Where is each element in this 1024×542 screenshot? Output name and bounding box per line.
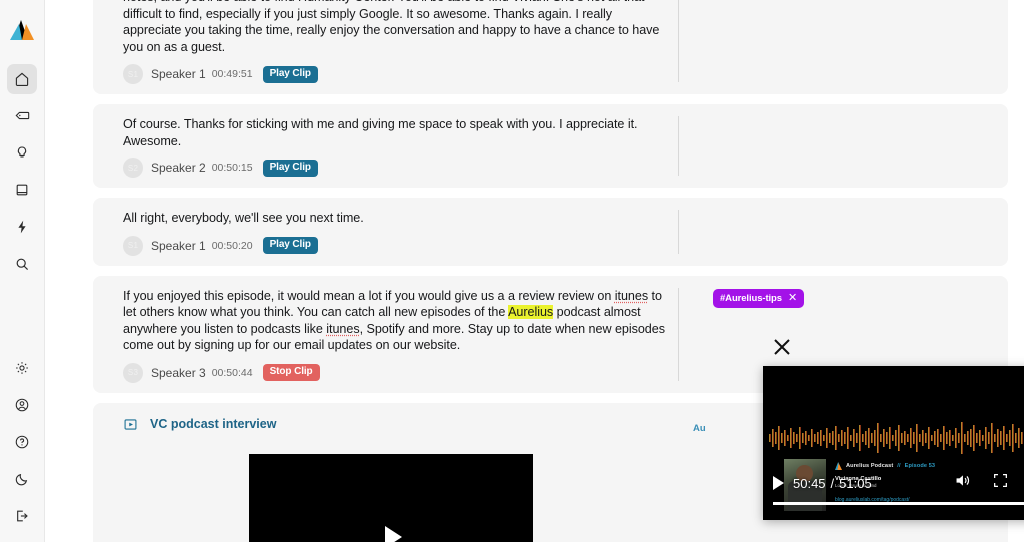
search-icon: [14, 256, 30, 272]
user-circle-icon: [14, 397, 30, 413]
aurelius-logo[interactable]: [6, 14, 38, 46]
tag-chip-aurelius-tips[interactable]: #Aurelius-tips ✕: [713, 288, 805, 308]
card-divider: [678, 116, 679, 176]
sidebar-item-activity[interactable]: [7, 212, 37, 242]
sidebar-item-settings[interactable]: [7, 353, 37, 383]
avatar: S1: [123, 235, 143, 256]
tag-column: #Aurelius-tips ✕: [713, 288, 805, 308]
speaker-name: Speaker 1: [151, 67, 206, 81]
overlay-separator: //: [897, 463, 901, 469]
sidebar-item-home[interactable]: [7, 63, 37, 94]
sidebar-top-nav: [7, 60, 37, 282]
card-divider: [678, 287, 679, 381]
player-right-controls: [954, 472, 1024, 494]
logout-icon: [14, 508, 30, 524]
utterance-meta: S1 Speaker 1 00:50:20 Play Clip: [123, 235, 994, 256]
speaker-name: Speaker 3: [151, 365, 206, 380]
overlay-episode: Episode 53: [904, 463, 936, 469]
stop-clip-button[interactable]: Stop Clip: [262, 364, 320, 381]
book-icon: [14, 182, 30, 198]
utterance-text: Awesome. And we'll make sure we have lin…: [123, 0, 660, 54]
player-current-time: 50:45: [793, 475, 826, 491]
sidebar: [0, 0, 45, 542]
sidebar-item-library[interactable]: [7, 175, 37, 205]
media-card-title: VC podcast interview: [150, 417, 277, 431]
player-progress-fill: [773, 502, 1024, 505]
utterance-text: If you enjoyed this episode, it would me…: [123, 288, 668, 354]
volume-icon[interactable]: [954, 472, 971, 494]
sidebar-item-account[interactable]: [7, 390, 37, 420]
spellcheck-word: itunes: [326, 321, 360, 336]
utterance-text: All right, everybody, we'll see you next…: [123, 211, 364, 225]
player-time-separator: /: [830, 475, 835, 491]
transcript-entry[interactable]: All right, everybody, we'll see you next…: [93, 198, 1008, 266]
aurelius-logo-icon: [835, 462, 842, 470]
play-clip-button[interactable]: Play Clip: [262, 237, 318, 254]
speaker-name: Speaker 1: [151, 238, 206, 253]
overlay-brand-row: Aurelius Podcast // Episode 53: [835, 462, 935, 470]
player-controls: 50:45 / 51:05: [763, 470, 1024, 496]
player-total-time: 51:05: [839, 475, 872, 491]
timestamp: 00:50:44: [211, 366, 253, 379]
player-play-button[interactable]: [773, 476, 784, 490]
sidebar-item-dark-mode[interactable]: [7, 464, 37, 494]
utterance-text: Of course. Thanks for sticking with me a…: [123, 117, 638, 148]
utterance-part: If you enjoyed this episode, it would me…: [123, 288, 615, 303]
moon-icon: [14, 471, 30, 487]
sidebar-item-tags[interactable]: [7, 101, 37, 131]
home-icon: [14, 71, 30, 87]
highlighted-text[interactable]: Aurelius: [508, 305, 553, 319]
utterance-meta: S2 Speaker 2 00:50:15 Play Clip: [123, 158, 994, 178]
timestamp: 00:50:20: [211, 239, 253, 252]
transcript-entry[interactable]: Awesome. And we'll make sure we have lin…: [93, 0, 1008, 94]
timestamp: 00:50:15: [211, 162, 253, 174]
avatar: S2: [123, 158, 143, 178]
sidebar-item-help[interactable]: [7, 427, 37, 457]
card-divider: [678, 0, 679, 82]
avatar: S3: [123, 362, 143, 383]
sidebar-bottom-nav: [7, 349, 37, 542]
overlay-brand: Aurelius Podcast: [846, 463, 894, 469]
app-root: Awesome. And we'll make sure we have lin…: [0, 0, 1024, 542]
player-progress-bar[interactable]: [773, 502, 1024, 505]
tag-icon: [14, 107, 31, 124]
sidebar-item-insights[interactable]: [7, 138, 37, 168]
transcript-entry[interactable]: Of course. Thanks for sticking with me a…: [93, 104, 1008, 188]
floating-video-player[interactable]: Aurelius Podcast // Episode 53 Vivianna …: [763, 366, 1024, 520]
avatar: S1: [123, 64, 143, 84]
tag-label: #Aurelius-tips: [720, 292, 782, 304]
question-circle-icon: [14, 434, 30, 450]
media-card-video-thumbnail[interactable]: [249, 453, 533, 542]
play-clip-button[interactable]: Play Clip: [262, 65, 318, 83]
spellcheck-word: itunes: [614, 288, 649, 303]
sidebar-item-search[interactable]: [7, 249, 37, 279]
remove-tag-icon[interactable]: ✕: [788, 292, 797, 304]
play-clip-button[interactable]: Play Clip: [262, 159, 318, 177]
close-player-button[interactable]: [769, 334, 795, 360]
lightning-icon: [14, 219, 30, 235]
speaker-name: Speaker 2: [151, 161, 206, 175]
video-play-icon: [123, 417, 138, 432]
card-divider: [678, 210, 679, 254]
lightbulb-icon: [14, 145, 30, 161]
sidebar-item-logout[interactable]: [7, 501, 37, 531]
audio-waveform: [769, 422, 1023, 454]
play-icon[interactable]: [384, 525, 402, 542]
gear-icon: [14, 360, 30, 376]
media-card-side-tag: Au: [693, 422, 706, 434]
main-content: Awesome. And we'll make sure we have lin…: [45, 0, 1024, 542]
fullscreen-icon[interactable]: [993, 473, 1008, 493]
utterance-meta: S1 Speaker 1 00:49:51 Play Clip: [123, 64, 994, 84]
timestamp: 00:49:51: [211, 68, 253, 80]
